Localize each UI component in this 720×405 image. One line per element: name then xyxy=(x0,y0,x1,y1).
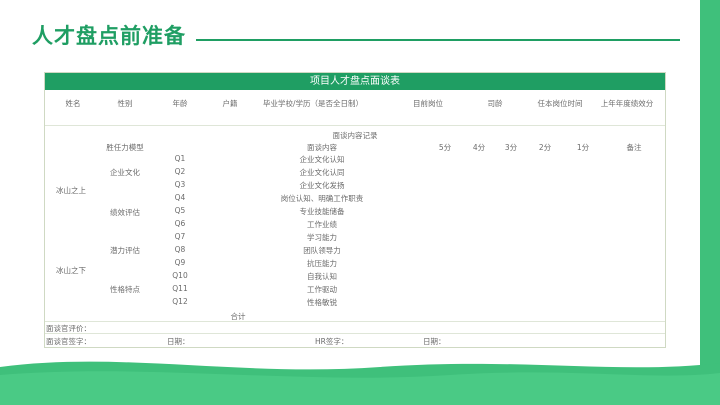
question-label: Q4 xyxy=(174,193,186,202)
subheader-content: 面谈内容 xyxy=(307,143,337,152)
question-label: Q9 xyxy=(174,258,186,267)
question-content: 工作驱动 xyxy=(307,285,337,294)
subheader-category: 胜任力模型 xyxy=(106,143,144,152)
category-potential: 潜力评估 xyxy=(110,246,140,255)
decorative-wave xyxy=(0,361,720,405)
question-content: 岗位认知、明确工作职责 xyxy=(280,194,364,203)
question-content: 团队领导力 xyxy=(303,246,341,255)
subheader-score-4: 4分 xyxy=(472,143,486,152)
question-content: 学习能力 xyxy=(307,233,337,242)
subheader-score-5: 5分 xyxy=(438,143,452,152)
header-last-year-score: 上年年度绩效分 xyxy=(600,99,654,108)
question-label: Q7 xyxy=(174,232,186,241)
header-age: 年龄 xyxy=(172,99,188,108)
group-below-iceberg: 冰山之下 xyxy=(56,266,86,275)
header-time-in-role: 任本岗位时间 xyxy=(537,99,583,108)
header-name: 姓名 xyxy=(65,99,81,108)
question-content: 抗压能力 xyxy=(307,259,337,268)
question-content: 企业文化认同 xyxy=(299,168,345,177)
question-label: Q11 xyxy=(172,284,188,293)
section-title: 面谈内容记录 xyxy=(332,131,378,140)
question-label: Q8 xyxy=(174,245,186,254)
subheader-score-1: 1分 xyxy=(576,143,590,152)
question-label: Q1 xyxy=(174,154,186,163)
question-content: 企业文化认知 xyxy=(299,155,345,164)
subheader-score-2: 2分 xyxy=(538,143,552,152)
interviewer-sign-label: 面谈官签字： xyxy=(46,337,91,346)
question-content: 自我认知 xyxy=(307,272,337,281)
category-performance: 绩效评估 xyxy=(110,208,140,217)
interview-sheet: 项目人才盘点面谈表 姓名 性别 年龄 户籍 毕业学校/学历（是否全日制） 目前岗… xyxy=(44,72,666,348)
question-content: 企业文化发扬 xyxy=(299,181,345,190)
title-divider xyxy=(196,39,680,41)
sheet-title: 项目人才盘点面谈表 xyxy=(45,73,665,90)
question-label: Q10 xyxy=(172,271,188,280)
question-content: 性格敏锐 xyxy=(307,298,337,307)
subheader-score-3: 3分 xyxy=(504,143,518,152)
header-divider xyxy=(45,125,665,126)
date-label-2: 日期： xyxy=(423,337,446,346)
question-label: Q2 xyxy=(174,167,186,176)
evaluation-divider xyxy=(45,333,665,334)
question-content: 专业技能储备 xyxy=(299,207,345,216)
header-position: 目前岗位 xyxy=(413,99,443,108)
date-label-1: 日期： xyxy=(167,337,190,346)
category-culture: 企业文化 xyxy=(110,168,140,177)
group-above-iceberg: 冰山之上 xyxy=(56,186,86,195)
question-label: Q5 xyxy=(174,206,186,215)
page-title: 人才盘点前准备 xyxy=(32,24,186,48)
category-personality: 性格特点 xyxy=(110,285,140,294)
header-gender: 性别 xyxy=(117,99,133,108)
subheader-remark: 备注 xyxy=(626,143,642,152)
question-label: Q6 xyxy=(174,219,186,228)
header-hukou: 户籍 xyxy=(222,99,238,108)
question-label: Q12 xyxy=(172,297,188,306)
hr-sign-label: HR签字： xyxy=(315,337,349,346)
header-tenure: 司龄 xyxy=(487,99,503,108)
question-label: Q3 xyxy=(174,180,186,189)
question-content: 工作业绩 xyxy=(307,220,337,229)
header-school: 毕业学校/学历（是否全日制） xyxy=(262,99,364,108)
total-divider xyxy=(45,321,665,322)
